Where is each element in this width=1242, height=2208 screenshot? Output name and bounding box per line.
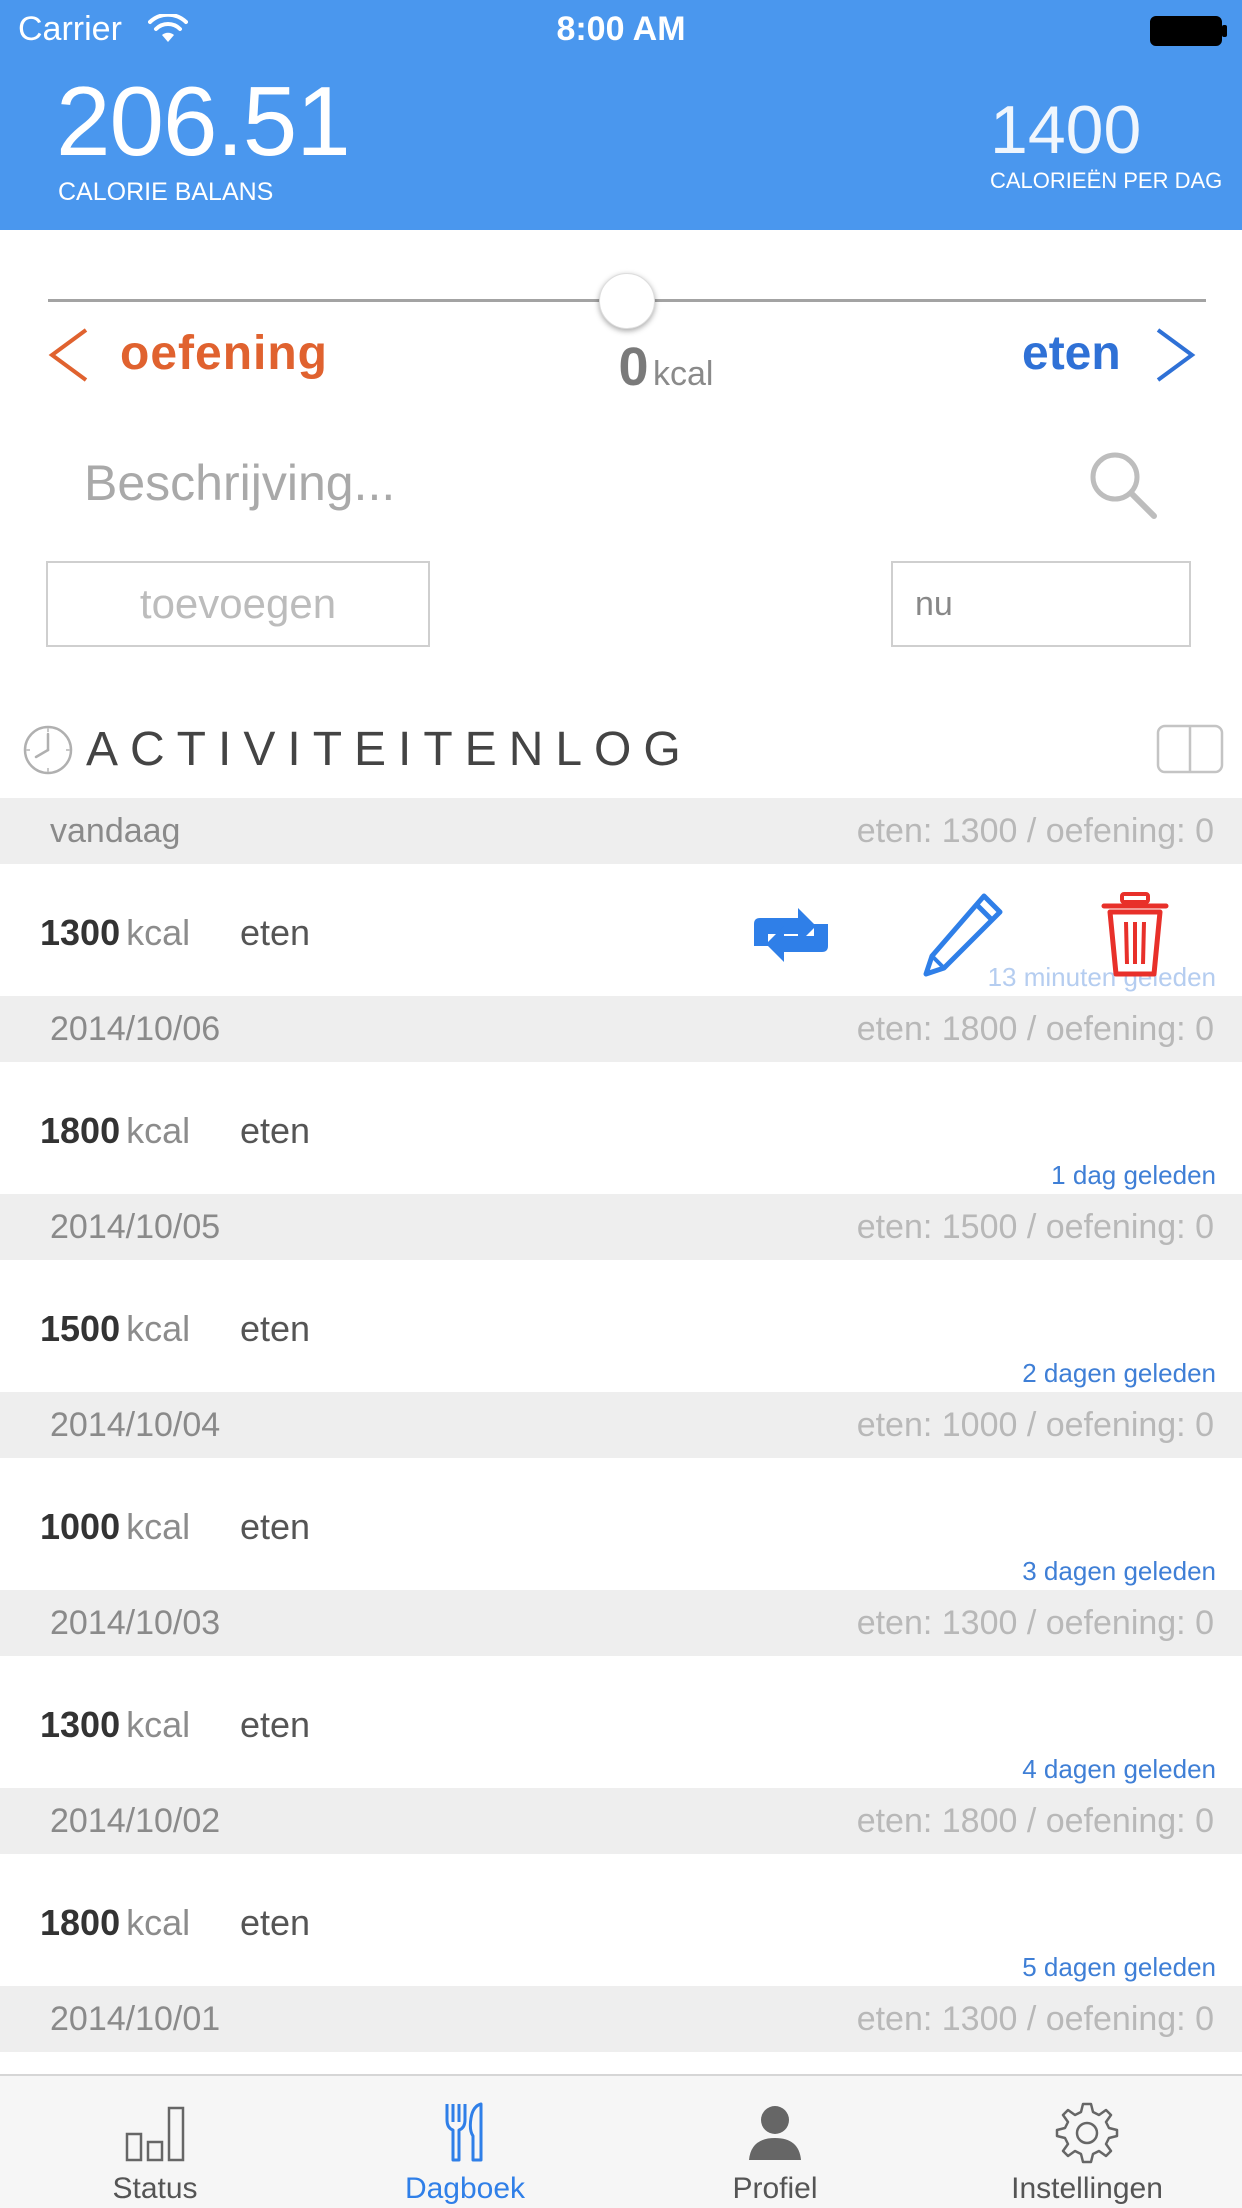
entry-type: eten <box>240 1704 311 1745</box>
log-entry[interactable]: 1800 kcal eten 5 dagen geleden <box>0 1854 1242 1986</box>
entry-time-ago: 1 dag geleden <box>1051 1160 1216 1190</box>
day-header: 2014/10/05 eten: 1500 / oefening: 0 <box>0 1194 1242 1260</box>
entry-kcal-unit: kcal <box>126 912 191 953</box>
entry-kcal: 1300 kcal <box>40 1704 190 1746</box>
entry-kcal-value: 1300 <box>40 912 121 953</box>
entry-type: eten <box>240 1110 311 1151</box>
fork-knife-icon <box>445 2102 483 2162</box>
tab-profiel[interactable]: Profiel <box>620 2076 930 2208</box>
tab-bar: Status Dagboek Profiel Instellingen <box>0 2074 1242 2208</box>
tab-label: Dagboek <box>404 2172 526 2205</box>
log-entry[interactable]: 1300 kcal eten 13 minuten geleden <box>0 864 1242 996</box>
entry-type: eten <box>240 1308 311 1349</box>
log-entry[interactable]: 1500 kcal eten 2 dagen geleden <box>0 1260 1242 1392</box>
daily-calories-label: CALORIEËN PER DAG <box>990 168 1223 193</box>
calorie-balance-value: 206.51 <box>56 66 351 176</box>
trash-icon[interactable] <box>1090 890 1180 980</box>
entry-kcal-value: 1000 <box>40 1506 121 1547</box>
bar-chart-icon <box>125 2106 185 2162</box>
calorie-balance-label: CALORIE BALANS <box>58 178 274 206</box>
entry-time-ago: 3 dagen geleden <box>1022 1556 1216 1586</box>
day-header: 2014/10/03 eten: 1300 / oefening: 0 <box>0 1590 1242 1656</box>
add-button[interactable]: toevoegen <box>46 561 430 647</box>
day-header: 2014/10/04 eten: 1000 / oefening: 0 <box>0 1392 1242 1458</box>
day-summary: eten: 1800 / oefening: 0 <box>856 1802 1214 1840</box>
time-input[interactable] <box>891 561 1191 647</box>
description-input[interactable] <box>84 446 1044 520</box>
battery-icon <box>1150 16 1227 46</box>
day-summary: eten: 1500 / oefening: 0 <box>856 1208 1214 1246</box>
day-date: 2014/10/01 <box>50 2000 221 2038</box>
day-summary: eten: 1000 / oefening: 0 <box>856 1406 1214 1444</box>
day-summary: eten: 1300 / oefening: 0 <box>856 812 1214 850</box>
clock-icon <box>23 725 73 775</box>
tab-status[interactable]: Status <box>0 2076 310 2208</box>
entry-kcal-unit: kcal <box>126 1704 191 1745</box>
kcal-slider-thumb[interactable] <box>599 273 655 329</box>
log-entry[interactable]: 1800 kcal eten 1 dag geleden <box>0 1062 1242 1194</box>
entry-kcal: 1500 kcal <box>40 1308 190 1350</box>
entry-kcal: 1000 kcal <box>40 1506 190 1548</box>
daily-calories-value: 1400 <box>990 92 1142 168</box>
food-toggle[interactable]: eten <box>1022 326 1121 381</box>
day-date: 2014/10/02 <box>50 1802 221 1840</box>
entry-kcal-unit: kcal <box>126 1308 191 1349</box>
summary-header: Carrier 8:00 AM 206.51 CALORIE BALANS 14… <box>0 0 1242 230</box>
day-header: 2014/10/06 eten: 1800 / oefening: 0 <box>0 996 1242 1062</box>
status-bar: Carrier 8:00 AM <box>0 0 1242 60</box>
activity-log-list: vandaag eten: 1300 / oefening: 0 1300 kca… <box>0 798 1242 2052</box>
entry-kcal-value: 1800 <box>40 1902 121 1943</box>
tab-label: Instellingen <box>1011 2172 1163 2205</box>
day-summary: eten: 1300 / oefening: 0 <box>856 2000 1214 2038</box>
tab-label: Profiel <box>732 2172 818 2205</box>
log-entry[interactable]: 1300 kcal eten 4 dagen geleden <box>0 1656 1242 1788</box>
entry-type: eten <box>240 1902 311 1943</box>
day-summary: eten: 1800 / oefening: 0 <box>856 1010 1214 1048</box>
activity-log-title: ACTIVITEITENLOG <box>86 723 693 776</box>
day-date: 2014/10/04 <box>50 1406 221 1444</box>
entry-kcal: 1800 kcal <box>40 1902 190 1944</box>
entry-time-ago: 5 dagen geleden <box>1022 1952 1216 1982</box>
status-time: 8:00 AM <box>556 10 686 48</box>
entry-kcal: 1800 kcal <box>40 1110 190 1152</box>
edit-pencil-icon[interactable] <box>918 890 1008 980</box>
gear-icon <box>1055 2102 1119 2164</box>
entry-kcal-unit: kcal <box>126 1506 191 1547</box>
entry-kcal-value: 1800 <box>40 1110 121 1151</box>
person-icon <box>749 2106 801 2160</box>
log-entry[interactable]: 1000 kcal eten 3 dagen geleden <box>0 1458 1242 1590</box>
tab-label: Status <box>112 2172 198 2205</box>
day-date: 2014/10/06 <box>50 1010 221 1048</box>
book-icon[interactable] <box>1156 724 1224 774</box>
day-header: 2014/10/01 eten: 1300 / oefening: 0 <box>0 1986 1242 2052</box>
entry-kcal-value: 1300 <box>40 1704 121 1745</box>
day-date: 2014/10/03 <box>50 1604 221 1642</box>
chevron-right-icon[interactable] <box>1152 326 1198 384</box>
day-summary: eten: 1300 / oefening: 0 <box>856 1604 1214 1642</box>
day-header: vandaag eten: 1300 / oefening: 0 <box>0 798 1242 864</box>
tab-dagboek[interactable]: Dagboek <box>310 2076 620 2208</box>
day-date: 2014/10/05 <box>50 1208 221 1246</box>
search-icon[interactable] <box>1084 446 1160 522</box>
kcal-value: 0 <box>618 337 649 397</box>
entry-type: eten <box>240 1506 311 1547</box>
entry-time-ago: 4 dagen geleden <box>1022 1754 1216 1784</box>
entry-kcal-unit: kcal <box>126 1110 191 1151</box>
entry-kcal: 1300 kcal <box>40 912 190 954</box>
kcal-unit: kcal <box>653 355 714 393</box>
entry-time-ago: 2 dagen geleden <box>1022 1358 1216 1388</box>
day-header: 2014/10/02 eten: 1800 / oefening: 0 <box>0 1788 1242 1854</box>
day-date: vandaag <box>50 812 181 850</box>
repeat-icon[interactable] <box>746 890 836 980</box>
entry-type: eten <box>240 912 311 953</box>
entry-kcal-unit: kcal <box>126 1902 191 1943</box>
tab-instellingen[interactable]: Instellingen <box>932 2076 1242 2208</box>
entry-kcal-value: 1500 <box>40 1308 121 1349</box>
